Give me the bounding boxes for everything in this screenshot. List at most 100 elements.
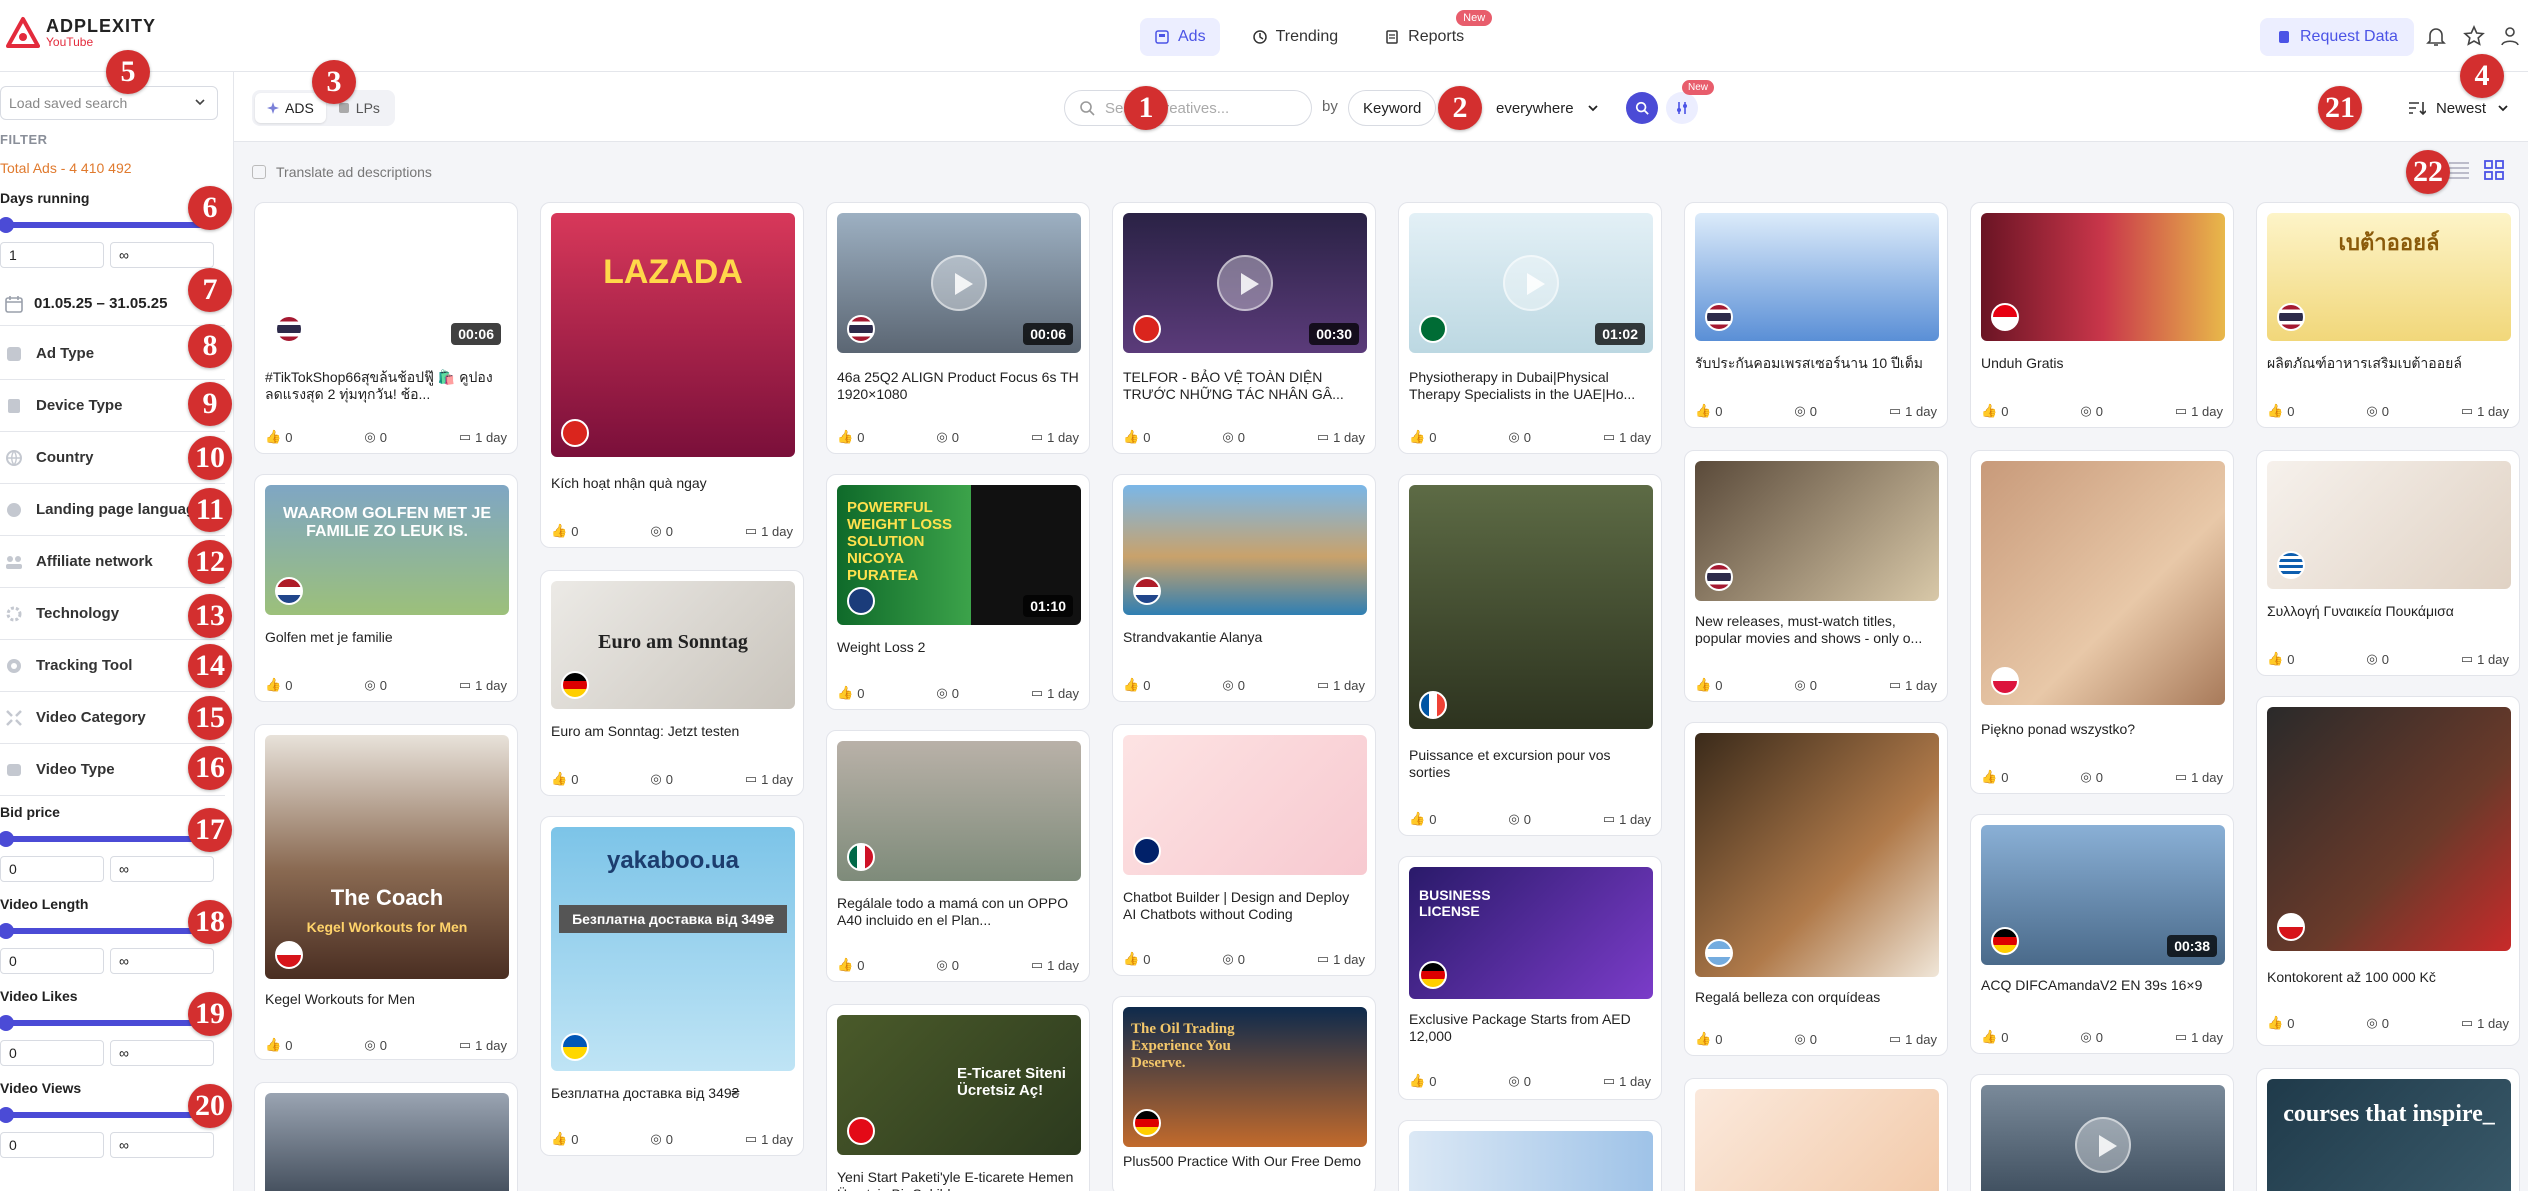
- request-data-button[interactable]: Request Data: [2260, 18, 2414, 56]
- keyword-select[interactable]: Keyword: [1348, 90, 1437, 126]
- ad-thumbnail[interactable]: [1695, 733, 1939, 977]
- likes-max-input[interactable]: ∞: [110, 1040, 214, 1066]
- bid-max-input[interactable]: ∞: [110, 856, 214, 882]
- scope-select[interactable]: everywhere: [1484, 90, 1612, 126]
- likes-min-input[interactable]: 0: [0, 1040, 104, 1066]
- ad-thumbnail[interactable]: courses that inspire_: [2267, 1079, 2511, 1191]
- ad-thumbnail[interactable]: [1695, 1089, 1939, 1191]
- slider-handle[interactable]: [0, 1107, 14, 1123]
- ad-thumbnail[interactable]: [2267, 461, 2511, 589]
- ad-thumbnail[interactable]: Euro am Sonntag: [551, 581, 795, 709]
- ad-card[interactable]: Kontokorent až 100 000 Kč 👍 0 ◎ 0 ▭ 1 day: [2256, 696, 2520, 1046]
- ad-card[interactable]: Συλλογή Γυναικεία Πουκάμισα 👍 0 ◎ 0 ▭ 1 day: [2256, 450, 2520, 676]
- video-length-slider[interactable]: [0, 923, 204, 939]
- ad-thumbnail[interactable]: The Oil Trading Experience You Deserve.: [1123, 1007, 1367, 1147]
- ad-card[interactable]: Euro am Sonntag Euro am Sonntag: Jetzt t…: [540, 570, 804, 796]
- ad-card[interactable]: รับประกันคอมเพรสเซอร์นาน 10 ปีเต็ม 👍 0 ◎ 0…: [1684, 202, 1948, 428]
- ad-card[interactable]: POWERFUL WEIGHT LOSS SOLUTION NICOYA PUR…: [826, 474, 1090, 710]
- days-min-input[interactable]: 1: [0, 242, 104, 268]
- ad-card[interactable]: The Oil Trading Experience You Deserve. …: [1112, 996, 1376, 1191]
- ad-card[interactable]: BUSINESS LICENSE Exclusive Package Start…: [1398, 856, 1662, 1100]
- ad-card[interactable]: The Coach Kegel Workouts for Men Kegel W…: [254, 724, 518, 1060]
- ad-thumbnail[interactable]: BUSINESS LICENSE: [1409, 867, 1653, 999]
- ad-thumbnail[interactable]: yakaboo.ua Безплатна доставка від 349₴: [551, 827, 795, 1071]
- ad-thumbnail[interactable]: 00:06: [837, 213, 1081, 353]
- sort-select[interactable]: Newest: [2408, 90, 2510, 126]
- ad-card[interactable]: 00:06 #TikTokShop66สุขล้นช้อปฟู๊ 🛍️ คูปอ…: [254, 202, 518, 454]
- length-max-input[interactable]: ∞: [110, 948, 214, 974]
- ad-card[interactable]: New releases, must-watch titles, popular…: [1684, 450, 1948, 702]
- ad-card[interactable]: Regálale todo a mamá con un OPPO A40 inc…: [826, 730, 1090, 982]
- ad-card[interactable]: Chatbot Builder | Design and Deploy AI C…: [1112, 724, 1376, 976]
- ad-card[interactable]: 00:06 46a 25Q2 ALIGN Product Focus 6s TH…: [826, 202, 1090, 454]
- nav-reports[interactable]: Reports New: [1370, 10, 1493, 56]
- ad-thumbnail[interactable]: [1981, 213, 2225, 341]
- ad-card[interactable]: Unduh Gratis 👍 0 ◎ 0 ▭ 1 day: [1970, 202, 2234, 428]
- user-icon[interactable]: [2498, 24, 2522, 48]
- ad-card[interactable]: yakaboo.ua Безплатна доставка від 349₴ Б…: [540, 816, 804, 1156]
- ad-thumbnail[interactable]: POWERFUL WEIGHT LOSS SOLUTION NICOYA PUR…: [837, 485, 1081, 625]
- ad-thumbnail[interactable]: [1409, 1131, 1653, 1191]
- ad-thumbnail[interactable]: [1695, 213, 1939, 341]
- ad-card[interactable]: Puissance et excursion pour vos sorties …: [1398, 474, 1662, 836]
- slider-handle[interactable]: [0, 1015, 14, 1031]
- search-input[interactable]: Search creatives...: [1064, 90, 1312, 126]
- ad-card[interactable]: Regalá belleza con orquídeas 👍 0 ◎ 0 ▭ 1 da…: [1684, 722, 1948, 1056]
- ad-thumbnail[interactable]: [2267, 707, 2511, 951]
- bid-min-input[interactable]: 0: [0, 856, 104, 882]
- nav-ads[interactable]: Ads: [1140, 18, 1220, 56]
- list-view-icon[interactable]: [2448, 160, 2470, 180]
- views-min-input[interactable]: 0: [0, 1132, 104, 1158]
- ad-thumbnail[interactable]: [1409, 485, 1653, 729]
- tab-ads[interactable]: ADS: [255, 93, 326, 123]
- ad-thumbnail[interactable]: เบต้าออยล์: [2267, 213, 2511, 341]
- slider-handle[interactable]: [0, 923, 14, 939]
- ad-thumbnail[interactable]: 00:06: [265, 213, 509, 353]
- ad-thumbnail[interactable]: [1695, 461, 1939, 601]
- ad-card[interactable]: 00:38 ACQ DIFCAmandaV2 EN 39s 16×9 👍 0 ◎ 0…: [1970, 814, 2234, 1054]
- ad-card[interactable]: [1398, 1120, 1662, 1191]
- ad-card[interactable]: เบต้าออยล์ ผลิตภัณฑ์อาหารเสริมเบต้าออยล์…: [2256, 202, 2520, 428]
- ad-thumbnail[interactable]: [265, 1093, 509, 1191]
- ad-thumbnail[interactable]: [1123, 485, 1367, 615]
- bid-price-slider[interactable]: [0, 831, 204, 847]
- ad-card[interactable]: 01:02 Physiotherapy in Dubai|Physical Th…: [1398, 202, 1662, 454]
- nav-trending[interactable]: Trending: [1238, 18, 1353, 56]
- ad-thumbnail[interactable]: [1123, 735, 1367, 875]
- ad-thumbnail[interactable]: 01:02: [1409, 213, 1653, 353]
- ad-card[interactable]: [1684, 1078, 1948, 1191]
- ad-card[interactable]: 00:30 TELFOR - BẢO VỆ TOÀN DIỆN TRƯỚC NH…: [1112, 202, 1376, 454]
- ad-thumbnail[interactable]: [1981, 461, 2225, 705]
- slider-handle[interactable]: [0, 831, 14, 847]
- brand-logo[interactable]: ADPLEXITY YouTube: [6, 16, 156, 50]
- bell-icon[interactable]: [2424, 24, 2448, 48]
- views-max-input[interactable]: ∞: [110, 1132, 214, 1158]
- ad-card[interactable]: WAAROM GOLFEN MET JE FAMILIE ZO LEUK IS.…: [254, 474, 518, 702]
- ad-card[interactable]: Piękno ponad wszystko? 👍 0 ◎ 0 ▭ 1 day: [1970, 450, 2234, 794]
- grid-view-icon[interactable]: [2484, 160, 2504, 180]
- saved-search-select[interactable]: Load saved search: [0, 86, 218, 120]
- search-button[interactable]: [1626, 92, 1658, 124]
- ad-card[interactable]: E-Ticaret Siteni Ücretsiz Aç! Yeni Start…: [826, 1004, 1090, 1191]
- advanced-filter-button[interactable]: New: [1666, 80, 1714, 124]
- ad-thumbnail[interactable]: E-Ticaret Siteni Ücretsiz Aç!: [837, 1015, 1081, 1155]
- translate-checkbox[interactable]: [252, 165, 266, 179]
- ad-thumbnail[interactable]: [1981, 1085, 2225, 1191]
- ad-card[interactable]: LAZADA Kích hoạt nhận quà ngay 👍 0 ◎ 0 ▭ 1 …: [540, 202, 804, 548]
- star-icon[interactable]: [2462, 24, 2486, 48]
- ad-card[interactable]: [254, 1082, 518, 1191]
- video-likes-slider[interactable]: [0, 1015, 204, 1031]
- ad-thumbnail[interactable]: The Coach Kegel Workouts for Men: [265, 735, 509, 979]
- ad-thumbnail[interactable]: 00:38: [1981, 825, 2225, 965]
- ad-card[interactable]: Strandvakantie Alanya 👍 0 ◎ 0 ▭ 1 day: [1112, 474, 1376, 702]
- ad-thumbnail[interactable]: WAAROM GOLFEN MET JE FAMILIE ZO LEUK IS.: [265, 485, 509, 615]
- translate-toggle[interactable]: Translate ad descriptions: [252, 164, 432, 180]
- length-min-input[interactable]: 0: [0, 948, 104, 974]
- slider-handle[interactable]: [0, 217, 14, 233]
- ad-thumbnail[interactable]: 00:30: [1123, 213, 1367, 353]
- ad-card[interactable]: courses that inspire_: [2256, 1068, 2520, 1191]
- video-views-slider[interactable]: [0, 1107, 204, 1123]
- ad-card[interactable]: [1970, 1074, 2234, 1191]
- days-running-slider[interactable]: [0, 217, 204, 233]
- ad-thumbnail[interactable]: [837, 741, 1081, 881]
